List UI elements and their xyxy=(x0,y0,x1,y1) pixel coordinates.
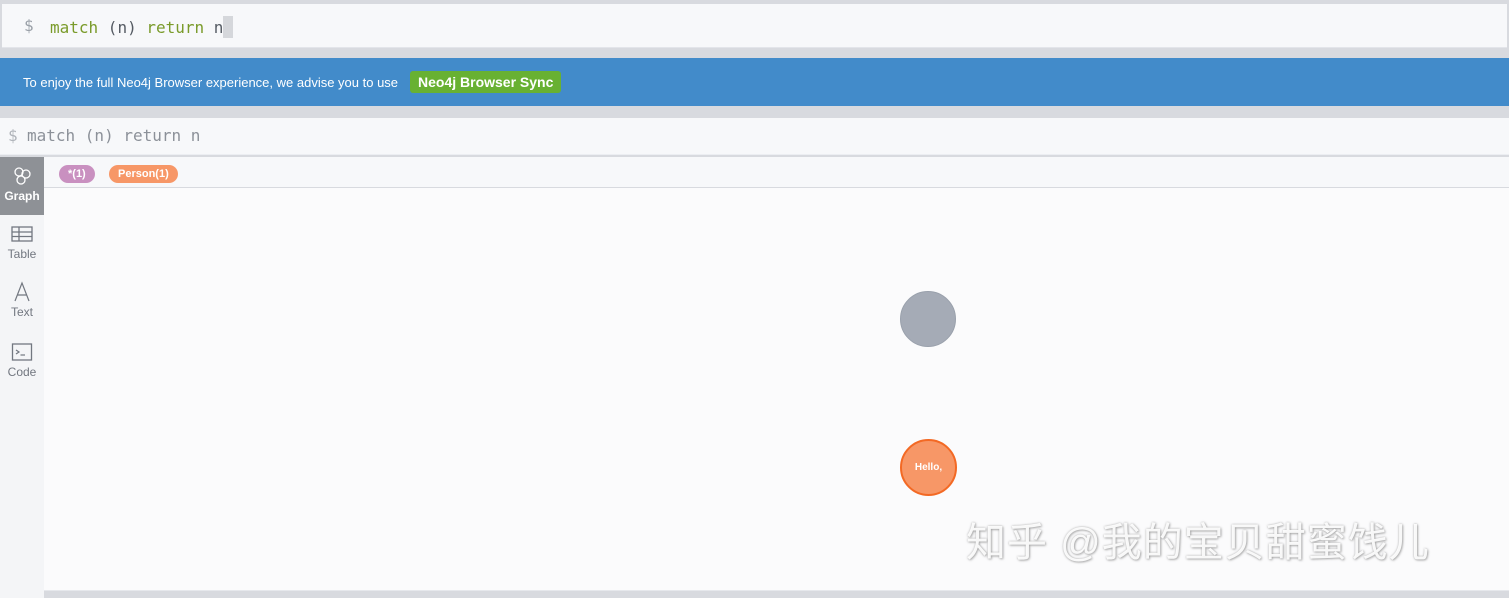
tab-table[interactable]: Table xyxy=(0,215,44,273)
graph-icon xyxy=(14,167,31,185)
graph-node-unlabeled[interactable] xyxy=(900,291,956,347)
label-all-pill[interactable]: *(1) xyxy=(59,165,95,183)
query-editor[interactable]: $ match (n) return n xyxy=(2,4,1507,48)
editor-prompt: $ xyxy=(24,16,34,35)
keyword-return: return xyxy=(146,18,205,37)
watermark: 知乎 @我的宝贝甜蜜饯儿 xyxy=(966,521,1430,565)
frame-prompt: $ xyxy=(8,126,18,145)
tab-graph[interactable]: Graph xyxy=(0,157,44,215)
text-cursor xyxy=(223,16,234,38)
tab-table-label: Table xyxy=(7,247,37,261)
neo4j-browser: $ match (n) return n To enjoy the full N… xyxy=(0,0,1509,598)
label-legend: *(1) Person(1) xyxy=(44,157,1509,187)
banner-message: To enjoy the full Neo4j Browser experien… xyxy=(23,75,399,90)
code-icon xyxy=(11,343,33,361)
tab-code[interactable]: Code xyxy=(0,333,44,391)
label-person-pill[interactable]: Person(1) xyxy=(109,165,178,183)
keyword-match: match xyxy=(50,18,99,37)
tab-text[interactable]: Text xyxy=(0,273,44,331)
frame-command[interactable]: $ match (n) return n xyxy=(0,118,1509,155)
browser-sync-button[interactable]: Neo4j Browser Sync xyxy=(410,71,562,93)
tab-code-label: Code xyxy=(7,365,37,379)
frame-command-text[interactable]: match (n) return n xyxy=(27,126,200,145)
editor-paren-n: (n) xyxy=(98,18,147,37)
sync-banner: To enjoy the full Neo4j Browser experien… xyxy=(0,58,1509,106)
text-icon xyxy=(14,281,30,302)
tab-text-label: Text xyxy=(10,305,33,319)
editor-var-n: n xyxy=(204,18,224,37)
table-icon xyxy=(11,226,33,242)
node-caption: Hello, xyxy=(914,462,943,473)
graph-node-person[interactable]: Hello, xyxy=(900,439,957,496)
editor-query-text[interactable]: match (n) return n xyxy=(50,16,234,38)
view-sidebar: Graph Table Text Code xyxy=(0,157,44,598)
tab-graph-label: Graph xyxy=(4,189,40,203)
